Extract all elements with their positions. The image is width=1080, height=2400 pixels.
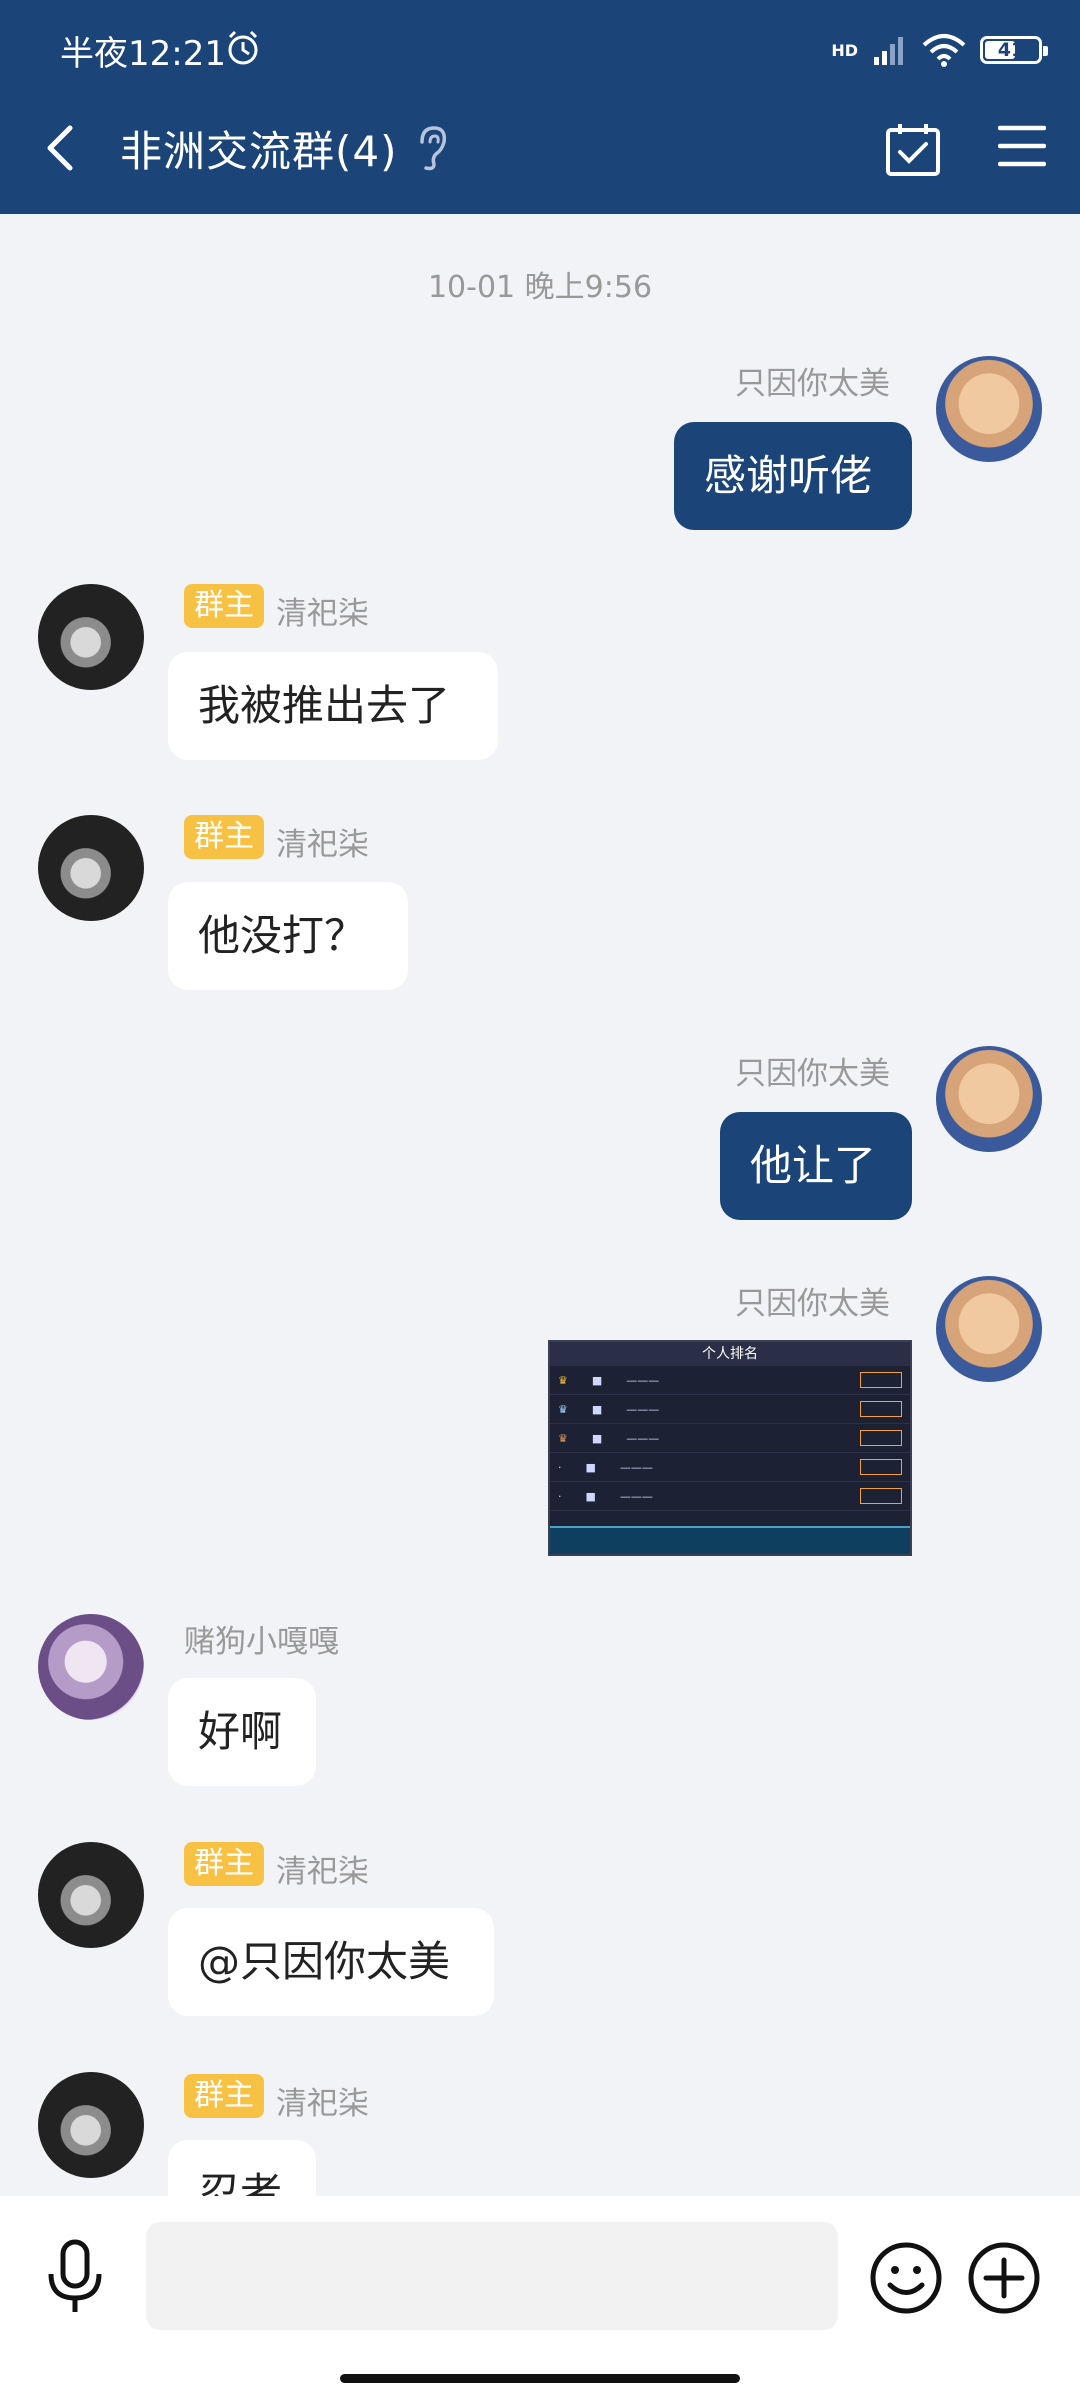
image-row: · ■ ———	[550, 1453, 910, 1482]
sender-name: 只因你太美	[735, 1056, 890, 1092]
image-row: ♛ ■ ———	[550, 1395, 910, 1424]
input-bar	[0, 2196, 1080, 2400]
message-bubble[interactable]: 他没打？	[168, 882, 408, 990]
menu-icon[interactable]	[998, 124, 1046, 168]
avatar[interactable]	[38, 2072, 144, 2178]
ear-icon[interactable]	[412, 124, 450, 172]
message-bubble[interactable]: 好啊	[168, 1678, 316, 1786]
sender-name: 清祀柒	[276, 596, 369, 632]
message-bubble[interactable]: 他让了	[720, 1112, 912, 1220]
sender-name: 清祀柒	[276, 827, 369, 863]
avatar[interactable]	[38, 584, 144, 690]
microphone-icon[interactable]	[42, 2238, 108, 2318]
back-icon[interactable]	[40, 122, 80, 174]
hd-indicator: HD	[831, 40, 858, 60]
top-bar: 半夜12:21 HD 41 非洲交流群(4)	[0, 0, 1080, 214]
avatar[interactable]	[936, 1046, 1042, 1152]
owner-badge: 群主	[184, 2074, 264, 2118]
avatar[interactable]	[38, 1614, 144, 1720]
image-footer	[550, 1526, 910, 1554]
message-bubble[interactable]: 我被推出去了	[168, 652, 498, 760]
owner-badge: 群主	[184, 815, 264, 859]
calendar-check-icon[interactable]	[884, 120, 942, 178]
image-row: ♛ ■ ———	[550, 1424, 910, 1453]
image-title: 个人排名	[550, 1342, 910, 1366]
message-input[interactable]	[146, 2222, 838, 2330]
image-message[interactable]: 个人排名 ♛ ■ ——— ♛ ■ ——— ♛ ■ ——— · ■ ——— · ■ ———	[548, 1340, 912, 1556]
avatar[interactable]	[936, 1276, 1042, 1382]
alarm-icon	[228, 30, 258, 65]
image-row: ♛ ■ ———	[550, 1366, 910, 1395]
message-bubble[interactable]: @只因你太美	[168, 1908, 494, 2016]
plus-icon[interactable]	[966, 2240, 1042, 2316]
battery-icon: 41	[980, 36, 1048, 64]
owner-badge: 群主	[184, 584, 264, 628]
avatar[interactable]	[38, 1842, 144, 1948]
sender-name: 只因你太美	[735, 366, 890, 402]
status-time: 半夜12:21	[60, 34, 226, 74]
battery-level: 41	[997, 39, 1025, 61]
sender-name: 赌狗小嘎嘎	[184, 1624, 339, 1660]
sender-name: 只因你太美	[735, 1286, 890, 1322]
status-icons: HD 41	[831, 26, 1048, 74]
message-timestamp: 10-01 晚上9:56	[427, 270, 653, 305]
chat-title: 非洲交流群(4)	[120, 127, 398, 176]
sender-name: 清祀柒	[276, 1854, 369, 1890]
image-row: · ■ ———	[550, 1482, 910, 1511]
owner-badge: 群主	[184, 1842, 264, 1886]
message-bubble[interactable]: 感谢听佬	[674, 422, 912, 530]
emoji-icon[interactable]	[868, 2240, 944, 2316]
avatar[interactable]	[936, 356, 1042, 462]
avatar[interactable]	[38, 815, 144, 921]
sender-name: 清祀柒	[276, 2086, 369, 2122]
signal-icon	[874, 37, 903, 65]
home-indicator[interactable]	[340, 2374, 740, 2383]
wifi-icon	[922, 34, 966, 67]
